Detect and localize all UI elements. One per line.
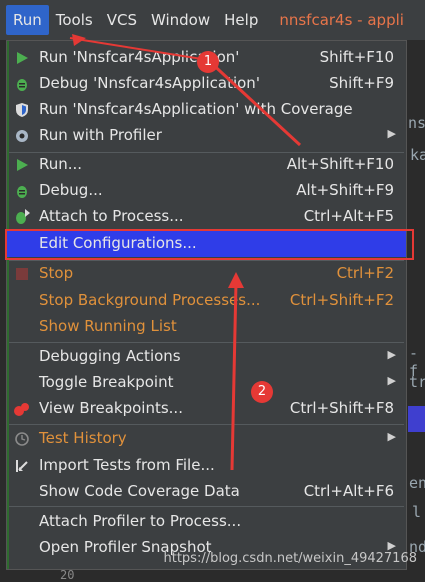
menu-item-shortcut: Shift+F10: [319, 48, 394, 66]
run-menu-dropdown: Run 'Nnsfcar4sApplication' Shift+F10 Deb…: [6, 40, 407, 570]
submenu-arrow-icon: ▶: [387, 374, 396, 387]
menu-item-label: Debug...: [39, 181, 103, 199]
breakpoints-icon: [13, 400, 31, 418]
menu-item-show-running-list[interactable]: Show Running List: [7, 314, 406, 340]
highlight-box: [5, 229, 414, 260]
annotation-badge-1: 1: [197, 51, 219, 73]
menu-item-toggle-breakpoint[interactable]: Toggle Breakpoint ▶: [7, 370, 406, 396]
menu-item-debugging-actions[interactable]: Debugging Actions ▶: [7, 344, 406, 370]
menu-item-debug-app[interactable]: Debug 'Nnsfcar4sApplication' Shift+F9: [7, 71, 406, 97]
menu-item-label: Debugging Actions: [39, 347, 181, 365]
menu-item-test-history[interactable]: Test History ▶: [7, 426, 406, 452]
editor-selection: [408, 406, 425, 432]
history-clock-icon: [13, 430, 31, 448]
menu-item-label: Toggle Breakpoint: [39, 373, 174, 391]
menu-separator: [9, 342, 404, 343]
submenu-arrow-icon: ▶: [387, 430, 396, 443]
menu-item-run-coverage[interactable]: Run 'Nnsfcar4sApplication' with Coverage: [7, 97, 406, 123]
menu-item-import-tests[interactable]: Import Tests from File...: [7, 453, 406, 479]
menu-item-stop[interactable]: Stop Ctrl+F2: [7, 261, 406, 287]
menu-item-label: Show Running List: [39, 317, 177, 335]
menu-item-label: Run...: [39, 155, 83, 173]
menu-item-label: Test History: [39, 429, 127, 447]
menu-item-shortcut: Ctrl+Shift+F8: [289, 399, 394, 417]
menu-item-shortcut: Alt+Shift+F10: [286, 155, 394, 173]
menu-separator: [9, 506, 404, 507]
menu-item-shortcut: Alt+Shift+F9: [296, 181, 394, 199]
menu-item-debug-dialog[interactable]: Debug... Alt+Shift+F9: [7, 178, 406, 204]
menu-item-stop-background[interactable]: Stop Background Processes... Ctrl+Shift+…: [7, 288, 406, 314]
menu-item-label: Debug 'Nnsfcar4sApplication': [39, 74, 260, 92]
menu-item-shortcut: Shift+F9: [329, 74, 394, 92]
line-number: 20: [60, 568, 75, 582]
submenu-arrow-icon: ▶: [387, 127, 396, 140]
menu-item-shortcut: Ctrl+Alt+F5: [303, 207, 394, 225]
stop-square-icon: [13, 265, 31, 283]
menu-item-shortcut: Ctrl+F2: [336, 264, 394, 282]
run-green-icon: [13, 49, 31, 67]
menu-separator: [9, 424, 404, 425]
menu-item-attach-profiler[interactable]: Attach Profiler to Process...: [7, 509, 406, 535]
editor-fragment: tr: [409, 373, 425, 391]
menu-item-label: Stop Background Processes...: [39, 291, 261, 309]
editor-fragment: l: [412, 503, 422, 521]
menu-item-run-dialog[interactable]: Run... Alt+Shift+F10: [7, 152, 406, 178]
menu-item-label: Stop: [39, 264, 74, 282]
menu-item-view-breakpoints[interactable]: View Breakpoints... Ctrl+Shift+F8: [7, 396, 406, 422]
menu-item-label: Attach Profiler to Process...: [39, 512, 242, 530]
menu-item-label: Run with Profiler: [39, 126, 162, 144]
editor-fragment: ka: [410, 146, 425, 164]
menu-bar: Run Tools VCS Window Help nnsfcar4s - ap…: [0, 0, 425, 40]
menu-item-label: Show Code Coverage Data: [39, 482, 240, 500]
menu-vcs[interactable]: VCS: [100, 5, 144, 35]
debug-bug-icon: [13, 75, 31, 93]
editor-fragment: nsfc: [408, 114, 425, 132]
menu-item-label: Run 'Nnsfcar4sApplication' with Coverage: [39, 100, 353, 118]
menu-item-shortcut: Ctrl+Alt+F6: [303, 482, 394, 500]
menu-item-attach-process[interactable]: Attach to Process... Ctrl+Alt+F5: [7, 204, 406, 230]
attach-bug-icon: [13, 208, 31, 226]
menu-help[interactable]: Help: [217, 5, 265, 35]
submenu-arrow-icon: ▶: [387, 348, 396, 361]
menu-item-label: Attach to Process...: [39, 207, 184, 225]
menu-window[interactable]: Window: [144, 5, 217, 35]
profiler-icon: [13, 127, 31, 145]
menu-item-label: View Breakpoints...: [39, 399, 183, 417]
run-green-icon: [13, 156, 31, 174]
menu-item-run-profiler[interactable]: Run with Profiler ▶: [7, 123, 406, 149]
menu-item-label: Import Tests from File...: [39, 456, 215, 474]
menu-run[interactable]: Run: [6, 5, 49, 35]
annotation-badge-2: 2: [251, 381, 273, 403]
menu-item-shortcut: Ctrl+Shift+F2: [289, 291, 394, 309]
menu-tools[interactable]: Tools: [49, 5, 100, 35]
debug-bug-icon: [13, 182, 31, 200]
window-title: nnsfcar4s - appli: [279, 11, 404, 29]
coverage-shield-icon: [13, 101, 31, 119]
menu-item-show-coverage[interactable]: Show Code Coverage Data Ctrl+Alt+F6: [7, 479, 406, 505]
import-tests-icon: [13, 457, 31, 475]
watermark: https://blog.csdn.net/weixin_49427168: [163, 551, 417, 566]
editor-fragment: en: [409, 474, 425, 492]
